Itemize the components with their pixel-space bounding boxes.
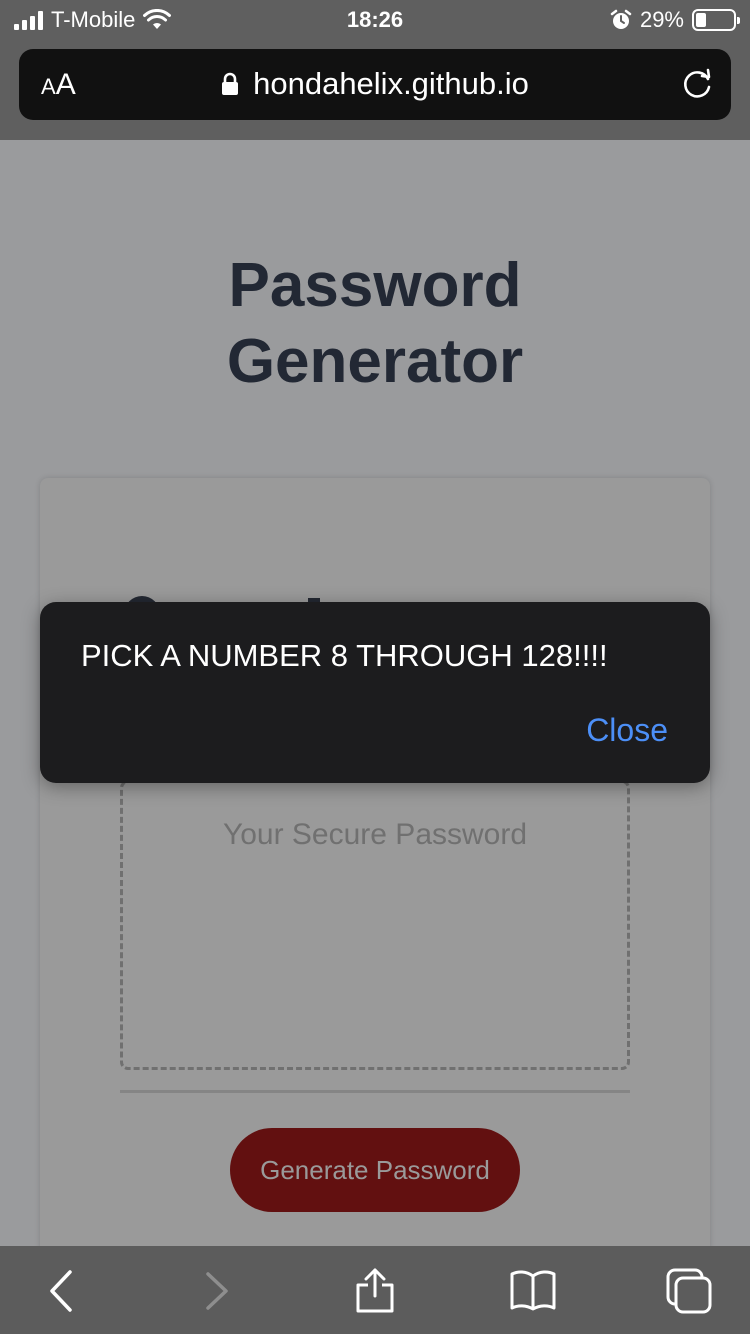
generator-card: Your Secure Password Generate Password [40, 478, 710, 1278]
status-right: 29% [610, 7, 740, 33]
page-title-line-2: Generator [226, 327, 524, 396]
lock-icon [222, 72, 239, 95]
battery-percent: 29% [639, 7, 684, 32]
alert-message: PICK A NUMBER 8 THROUGH 128!!!! [81, 638, 608, 673]
battery-level [696, 13, 707, 27]
url-display[interactable]: hondahelix.github.io [19, 65, 731, 103]
forward-icon[interactable] [192, 1266, 242, 1316]
card-divider [120, 1090, 630, 1093]
password-placeholder: Your Secure Password [222, 818, 528, 851]
bookmarks-icon[interactable] [508, 1266, 558, 1316]
generate-password-button[interactable]: Generate Password [230, 1128, 520, 1212]
browser-toolbar [0, 1246, 750, 1334]
page-title: Password Generator [0, 248, 750, 400]
password-output[interactable]: Your Secure Password [120, 780, 630, 1070]
tabs-icon[interactable] [664, 1266, 714, 1316]
reload-icon[interactable] [681, 67, 715, 101]
address-bar[interactable]: AA hondahelix.github.io [19, 49, 731, 120]
page-title-line-1: Password [228, 251, 522, 320]
status-bar: T-Mobile 18:26 29% [0, 0, 750, 40]
alert-close-button[interactable]: Close [586, 710, 668, 750]
back-icon[interactable] [36, 1266, 86, 1316]
share-icon[interactable] [350, 1266, 400, 1316]
battery-icon [692, 9, 740, 31]
browser-top-bar: AA hondahelix.github.io [0, 40, 750, 140]
alert-dialog: PICK A NUMBER 8 THROUGH 128!!!! Close [40, 602, 710, 783]
alarm-icon [610, 9, 632, 29]
url-text: hondahelix.github.io [253, 66, 529, 101]
